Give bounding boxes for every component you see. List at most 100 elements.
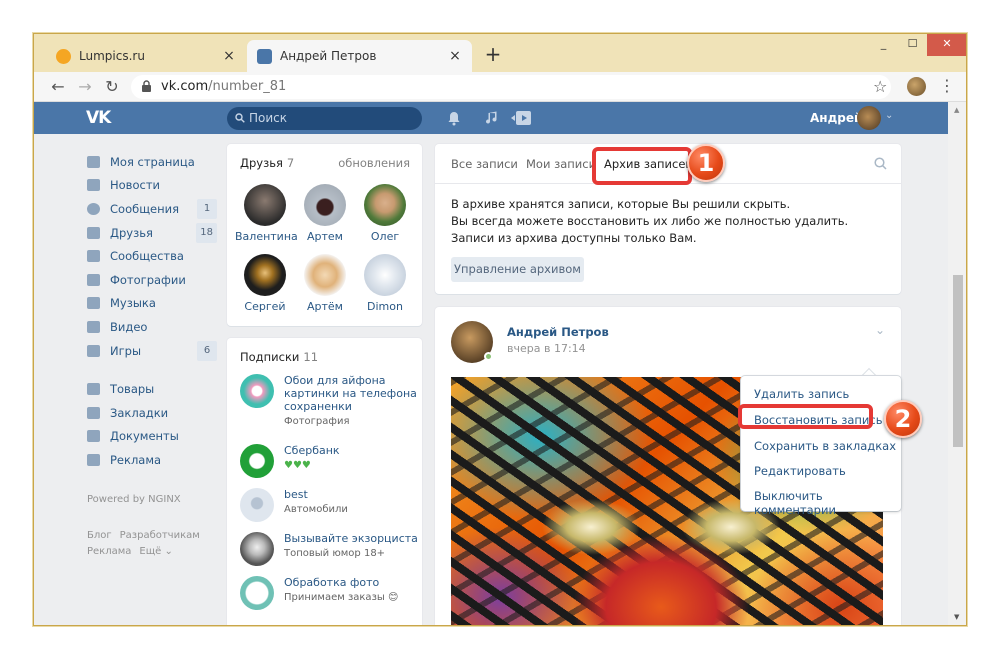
sidebar-item-ads[interactable]: Реклама — [87, 448, 217, 472]
sidebar-item-messages[interactable]: Сообщения 1 — [87, 197, 217, 221]
friend-name: Сергей — [244, 300, 286, 313]
subscription-item[interactable]: Сбербанк ♥♥♥ — [240, 444, 415, 484]
reload-icon[interactable]: ↻ — [102, 77, 122, 97]
play-icon[interactable] — [510, 110, 532, 126]
user-name[interactable]: Андрей — [810, 111, 862, 125]
subscription-item[interactable]: Обработка фото Принимаем заказы 😊 — [240, 576, 415, 616]
tab-my-posts[interactable]: Мои записи — [526, 157, 596, 171]
subscription-subtitle: Топовый юмор 18+ — [284, 548, 386, 559]
info-line: Записи из архива доступны только Вам. — [451, 231, 697, 245]
friends-card: Друзья 7 обновления Валентина Артем Олег … — [227, 144, 422, 326]
footer-link-developers[interactable]: Разработчикам — [120, 530, 200, 541]
url-host: vk.com — [161, 79, 209, 94]
url-input[interactable]: vk.com/number_81 — [131, 75, 891, 99]
subscription-item[interactable]: Обои для айфона картинки на телефона сох… — [240, 374, 417, 430]
subscription-title: Обои для айфона картинки на телефона сох… — [284, 374, 417, 413]
footer-link-blog[interactable]: Блог — [87, 530, 112, 541]
avatar — [364, 184, 406, 226]
sidebar-item-news[interactable]: Новости — [87, 174, 217, 198]
sidebar-item-label: Моя страница — [110, 154, 195, 169]
messages-icon — [87, 202, 100, 215]
friends-updates-link[interactable]: обновления — [338, 156, 410, 170]
scrollbar-thumb[interactable] — [953, 275, 963, 447]
friend-item[interactable]: Олег — [355, 184, 415, 243]
subscriptions-title: Подписки — [240, 350, 300, 364]
music-note-icon[interactable] — [484, 110, 500, 126]
search-icon[interactable] — [874, 157, 887, 170]
vk-logo[interactable]: VK — [86, 108, 111, 128]
footer-link-more[interactable]: Ещё ⌄ — [139, 546, 172, 557]
sidebar-item-my-page[interactable]: Моя страница — [87, 150, 217, 174]
sidebar-footer: Блог Разработчикам Реклама Ещё ⌄ — [87, 528, 217, 560]
menu-item-edit[interactable]: Редактировать — [754, 464, 846, 478]
tab-all-posts[interactable]: Все записи — [451, 157, 518, 171]
friend-item[interactable]: Артём — [295, 254, 355, 313]
avatar[interactable] — [451, 321, 493, 363]
bell-icon[interactable] — [446, 110, 462, 126]
close-tab-icon[interactable]: × — [448, 48, 462, 64]
highlight-box — [592, 147, 692, 185]
friends-title: Друзья — [240, 156, 283, 170]
minimize-button[interactable]: _ — [869, 34, 898, 56]
sidebar-item-bookmarks[interactable]: Закладки — [87, 401, 217, 425]
address-bar-row: ← → ↻ vk.com/number_81 ☆ ⋮ — [34, 72, 966, 102]
post-actions-menu: Удалить запись Восстановить запись Сохра… — [741, 376, 901, 517]
subscription-item[interactable]: Вызывайте экзорциста Топовый юмор 18+ — [240, 532, 418, 572]
bookmark-star-icon[interactable]: ☆ — [873, 77, 887, 96]
scroll-down-arrow-icon[interactable]: ▼ — [954, 613, 959, 621]
subscription-item[interactable]: best Автомобили — [240, 488, 415, 528]
sidebar-item-label: Игры — [110, 343, 142, 358]
footer-link-ads[interactable]: Реклама — [87, 546, 131, 557]
chevron-down-icon[interactable]: ⌄ — [885, 110, 893, 121]
post-author[interactable]: Андрей Петров — [507, 325, 609, 339]
friend-item[interactable]: Артем — [295, 184, 355, 243]
sidebar-item-video[interactable]: Видео — [87, 315, 217, 339]
back-arrow-icon[interactable]: ← — [48, 77, 68, 97]
subscription-title: best — [284, 488, 308, 501]
profile-avatar[interactable] — [907, 77, 926, 96]
sidebar-item-groups[interactable]: Сообщества — [87, 244, 217, 268]
subscription-title: Вызывайте экзорциста — [284, 532, 418, 545]
post-date[interactable]: вчера в 17:14 — [507, 342, 586, 355]
tab-title: Андрей Петров — [280, 49, 377, 63]
scroll-up-arrow-icon[interactable]: ▲ — [954, 106, 959, 114]
close-window-button[interactable]: ✕ — [927, 34, 966, 56]
sidebar-item-photos[interactable]: Фотографии — [87, 268, 217, 292]
sidebar-item-documents[interactable]: Документы — [87, 425, 217, 449]
avatar — [244, 254, 286, 296]
subscription-title: Сбербанк — [284, 444, 340, 457]
menu-item-disable-comments[interactable]: Выключить комментарии — [754, 489, 901, 517]
search-input[interactable]: Поиск — [227, 107, 422, 130]
forward-arrow-icon[interactable]: → — [75, 77, 95, 97]
user-avatar[interactable] — [857, 106, 881, 130]
friend-name: Артём — [307, 300, 343, 313]
sidebar-item-music[interactable]: Музыка — [87, 292, 217, 316]
scrollbar[interactable]: ▲ ▼ — [948, 102, 966, 625]
tab-vk[interactable]: Андрей Петров × — [247, 40, 472, 72]
chevron-down-icon[interactable]: ⌄ — [875, 323, 885, 337]
close-tab-icon[interactable]: × — [222, 48, 236, 64]
friend-name: Олег — [370, 230, 400, 243]
tab-lumpics[interactable]: Lumpics.ru × — [46, 40, 246, 72]
friend-item[interactable]: Валентина — [235, 184, 298, 243]
maximize-button[interactable]: ☐ — [898, 34, 927, 56]
sidebar-item-goods[interactable]: Товары — [87, 377, 217, 401]
sidebar-item-label: Друзья — [110, 225, 153, 240]
sidebar-item-label: Новости — [110, 178, 160, 193]
friend-item[interactable]: Dimon — [355, 254, 415, 313]
friend-item[interactable]: Сергей — [235, 254, 295, 313]
avatar — [244, 184, 286, 226]
subscriptions-header[interactable]: Подписки 11 — [240, 350, 318, 364]
lumpics-favicon-icon — [56, 48, 71, 64]
menu-item-delete[interactable]: Удалить запись — [754, 387, 849, 401]
menu-item-bookmark[interactable]: Сохранить в закладках — [754, 439, 896, 453]
friends-header[interactable]: Друзья 7 — [240, 156, 294, 170]
friend-name: Dimon — [367, 300, 403, 313]
highlight-box — [738, 404, 873, 429]
sidebar-item-games[interactable]: Игры 6 — [87, 339, 217, 363]
sidebar-item-friends[interactable]: Друзья 18 — [87, 221, 217, 245]
new-tab-button[interactable]: + — [481, 42, 505, 66]
menu-kebab-icon[interactable]: ⋮ — [939, 76, 955, 95]
document-icon — [87, 430, 100, 443]
manage-archive-button[interactable]: Управление архивом — [451, 257, 584, 282]
